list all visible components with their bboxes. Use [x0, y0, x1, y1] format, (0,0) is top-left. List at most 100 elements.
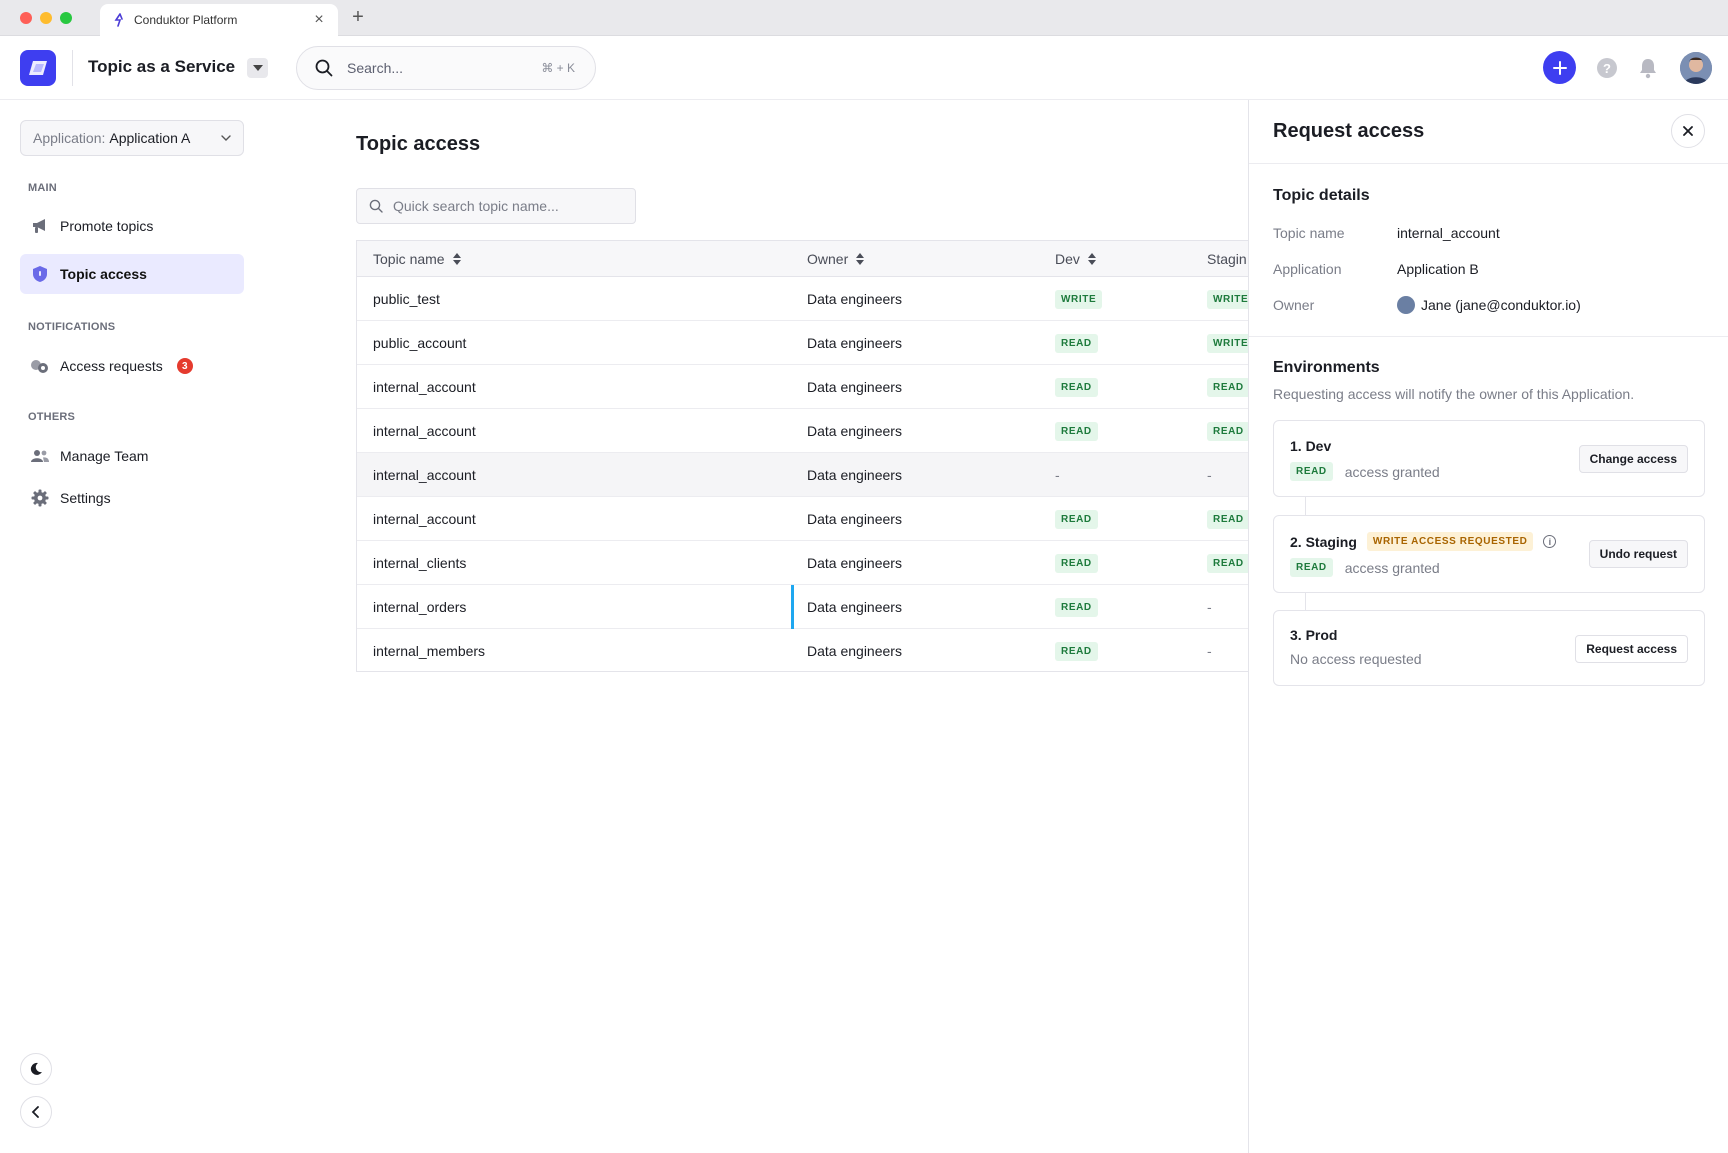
- sidebar-item-settings[interactable]: Settings: [20, 478, 244, 518]
- window-minimize-button[interactable]: [40, 12, 52, 24]
- gear-icon: [30, 488, 50, 508]
- undo-request-button[interactable]: Undo request: [1588, 540, 1688, 568]
- topic-name-cell: internal_members: [373, 643, 486, 659]
- window-close-button[interactable]: [20, 12, 32, 24]
- table-header: Topic name Owner Dev Stagin: [357, 241, 1248, 277]
- sidebar-item-access-requests[interactable]: Access requests 3: [20, 346, 244, 386]
- column-header-label: Stagin: [1207, 251, 1247, 267]
- owner-cell: Data engineers: [807, 511, 902, 527]
- dev-permission-cell: READ: [1055, 541, 1098, 585]
- column-header-label: Topic name: [373, 251, 445, 267]
- permission-badge: READ: [1207, 377, 1248, 397]
- dark-mode-toggle[interactable]: [20, 1053, 52, 1085]
- table-row[interactable]: public_account Data engineers READ WRITE: [357, 321, 1248, 365]
- column-header-staging[interactable]: Stagin: [1207, 241, 1247, 277]
- drawer-close-button[interactable]: [1671, 114, 1705, 148]
- change-access-button[interactable]: Change access: [1578, 445, 1688, 473]
- topic-name-cell: internal_account: [373, 379, 476, 395]
- user-avatar-image: [1680, 52, 1712, 84]
- window-maximize-button[interactable]: [60, 12, 72, 24]
- megaphone-icon: [30, 216, 50, 236]
- permission-badge: READ: [1207, 509, 1248, 529]
- owner-cell: Data engineers: [807, 423, 902, 439]
- owner-cell: Data engineers: [807, 291, 902, 307]
- logo-divider: [72, 50, 73, 86]
- staging-permission-cell: READ: [1207, 497, 1248, 541]
- env-status-text: access granted: [1344, 559, 1440, 576]
- permission-badge: READ: [1055, 597, 1098, 617]
- column-header-label: Dev: [1055, 251, 1080, 267]
- topic-search-input[interactable]: Quick search topic name...: [356, 188, 636, 224]
- new-tab-icon[interactable]: +: [346, 6, 370, 29]
- topic-name-label: Topic name: [1273, 225, 1345, 241]
- permission-badge: WRITE: [1207, 289, 1248, 309]
- topic-name-cell: internal_account: [373, 467, 476, 483]
- table-row-selected[interactable]: internal_account Data engineers - -: [357, 453, 1248, 497]
- conduktor-favicon-icon: [114, 13, 123, 27]
- permission-badge: WRITE: [1207, 333, 1248, 353]
- table-row[interactable]: internal_orders Data engineers READ -: [357, 585, 1248, 629]
- sort-icon: [856, 253, 865, 265]
- column-header-owner[interactable]: Owner: [807, 241, 865, 277]
- column-resize-handle[interactable]: [791, 585, 794, 629]
- env-card-prod: 3. Prod No access requested Request acce…: [1273, 610, 1705, 686]
- permission-badge: READ: [1055, 553, 1098, 573]
- app-switcher-button[interactable]: [247, 58, 268, 78]
- table-row[interactable]: public_test Data engineers WRITE WRITE: [357, 277, 1248, 321]
- collapse-sidebar-button[interactable]: [20, 1096, 52, 1128]
- access-requests-count-badge: 3: [176, 358, 193, 374]
- env-status-text: No access requested: [1290, 651, 1422, 667]
- conduktor-logo[interactable]: [20, 50, 56, 86]
- search-icon: [369, 199, 383, 213]
- table-row[interactable]: internal_clients Data engineers READ REA…: [357, 541, 1248, 585]
- table-row[interactable]: internal_account Data engineers READ REA…: [357, 409, 1248, 453]
- column-header-topic-name[interactable]: Topic name: [373, 241, 461, 277]
- env-status: READ access granted: [1290, 558, 1440, 577]
- env-name: 3. Prod: [1290, 627, 1338, 643]
- application-select-value: Application A: [109, 130, 191, 146]
- env-name: 1. Dev: [1290, 438, 1332, 454]
- no-permission-dash: -: [1207, 467, 1212, 483]
- owner-avatar: [1397, 296, 1415, 314]
- owner-cell: Data engineers: [807, 379, 902, 395]
- sidebar-item-promote-topics[interactable]: Promote topics: [20, 206, 244, 246]
- sidebar-item-label: Settings: [60, 490, 111, 506]
- create-button[interactable]: [1543, 51, 1576, 84]
- permission-badge: READ: [1207, 553, 1248, 573]
- table-row[interactable]: internal_account Data engineers READ REA…: [357, 497, 1248, 541]
- staging-permission-cell: READ: [1207, 365, 1248, 409]
- info-icon[interactable]: i: [1543, 535, 1557, 548]
- tab-close-icon[interactable]: ×: [312, 11, 326, 29]
- table-row[interactable]: internal_members Data engineers READ -: [357, 629, 1248, 671]
- sidebar-item-manage-team[interactable]: Manage Team: [20, 436, 244, 476]
- dev-permission-cell: READ: [1055, 321, 1098, 365]
- user-avatar[interactable]: [1680, 52, 1712, 84]
- key-request-icon: [30, 356, 50, 376]
- staging-permission-cell: WRITE: [1207, 277, 1248, 321]
- topic-details-heading: Topic details: [1273, 187, 1370, 204]
- help-icon[interactable]: ?: [1597, 58, 1617, 78]
- top-bar: Topic as a Service Search... ⌘ + K ?: [0, 36, 1728, 100]
- sidebar-item-topic-access[interactable]: Topic access: [20, 254, 244, 294]
- owner-name: Jane (jane@conduktor.io): [1421, 297, 1581, 313]
- table-row[interactable]: internal_account Data engineers READ REA…: [357, 365, 1248, 409]
- browser-tab[interactable]: Conduktor Platform ×: [100, 4, 338, 36]
- topic-name-cell: internal_orders: [373, 599, 467, 615]
- permission-badge: READ: [1290, 462, 1333, 481]
- column-header-dev[interactable]: Dev: [1055, 241, 1096, 277]
- staging-permission-cell: -: [1207, 453, 1212, 497]
- column-header-label: Owner: [807, 251, 849, 267]
- request-access-button[interactable]: Request access: [1575, 635, 1688, 663]
- bell-icon[interactable]: [1638, 57, 1658, 79]
- sidebar-item-label: Topic access: [60, 266, 147, 282]
- env-status: No access requested: [1290, 651, 1422, 667]
- section-label-others: OTHERS: [28, 411, 76, 423]
- environments-heading: Environments: [1273, 359, 1380, 376]
- staging-permission-cell: -: [1207, 629, 1212, 671]
- logo-icon: [29, 61, 47, 75]
- write-requested-badge: WRITE ACCESS REQUESTED: [1366, 532, 1534, 551]
- topic-name-value: internal_account: [1397, 225, 1500, 241]
- topic-name-cell: public_test: [373, 291, 440, 307]
- application-select[interactable]: Application: Application A: [20, 120, 244, 156]
- global-search[interactable]: Search... ⌘ + K: [296, 46, 596, 90]
